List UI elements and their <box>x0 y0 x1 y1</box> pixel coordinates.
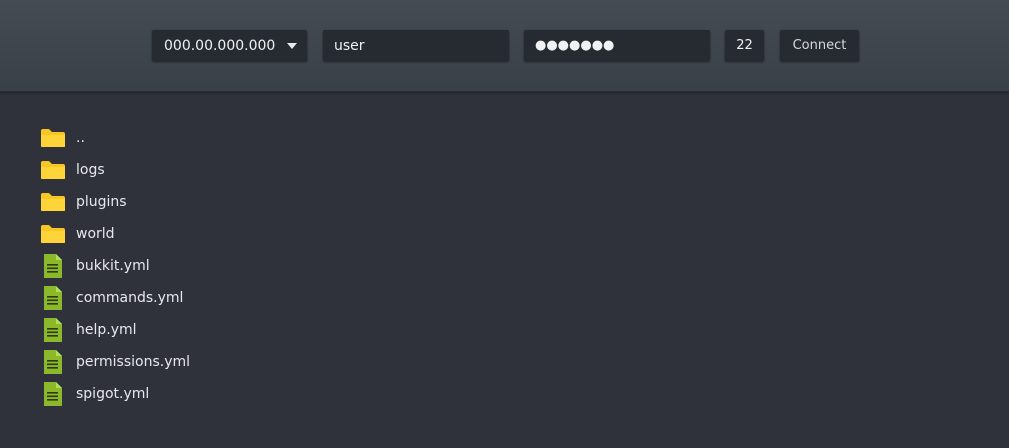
list-item-file[interactable]: help.yml <box>40 314 340 346</box>
list-item-file[interactable]: bukkit.yml <box>40 250 340 282</box>
list-item-folder[interactable]: plugins <box>40 186 340 218</box>
connect-button[interactable]: Connect <box>780 30 859 61</box>
chevron-down-icon[interactable] <box>287 43 297 49</box>
port-value: 22 <box>736 38 753 53</box>
password-input[interactable]: ●●●●●●● <box>524 30 710 61</box>
file-icon <box>40 350 66 374</box>
connection-toolbar: 000.00.000.000 user ●●●●●●● 22 Connect <box>0 0 1009 92</box>
file-name: .. <box>76 130 85 146</box>
file-name: bukkit.yml <box>76 258 150 274</box>
list-item-file[interactable]: permissions.yml <box>40 346 340 378</box>
list-item-file[interactable]: spigot.yml <box>40 378 340 410</box>
file-icon <box>40 254 66 278</box>
host-select[interactable]: 000.00.000.000 <box>152 30 307 61</box>
file-name: commands.yml <box>76 290 184 306</box>
connect-label: Connect <box>792 38 847 53</box>
folder-icon <box>40 126 66 150</box>
password-value: ●●●●●●● <box>535 38 615 53</box>
file-name: plugins <box>76 194 127 210</box>
file-name: permissions.yml <box>76 354 191 370</box>
file-icon <box>40 286 66 310</box>
list-item-parent[interactable]: .. <box>40 122 340 154</box>
folder-icon <box>40 222 66 246</box>
folder-icon <box>40 190 66 214</box>
file-name: logs <box>76 162 105 178</box>
username-value: user <box>334 37 365 54</box>
file-name: world <box>76 226 115 242</box>
host-value: 000.00.000.000 <box>164 37 276 54</box>
file-name: help.yml <box>76 322 137 338</box>
list-item-folder[interactable]: world <box>40 218 340 250</box>
list-item-file[interactable]: commands.yml <box>40 282 340 314</box>
list-item-folder[interactable]: logs <box>40 154 340 186</box>
folder-icon <box>40 158 66 182</box>
file-icon <box>40 318 66 342</box>
port-input[interactable]: 22 <box>725 30 764 61</box>
username-input[interactable]: user <box>323 30 509 61</box>
file-icon <box>40 382 66 406</box>
file-name: spigot.yml <box>76 386 150 402</box>
